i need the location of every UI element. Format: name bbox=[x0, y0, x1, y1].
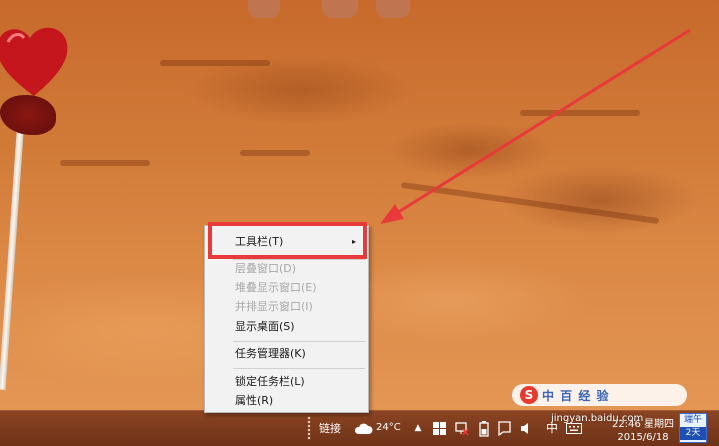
annotation-arrow-icon bbox=[380, 28, 691, 224]
